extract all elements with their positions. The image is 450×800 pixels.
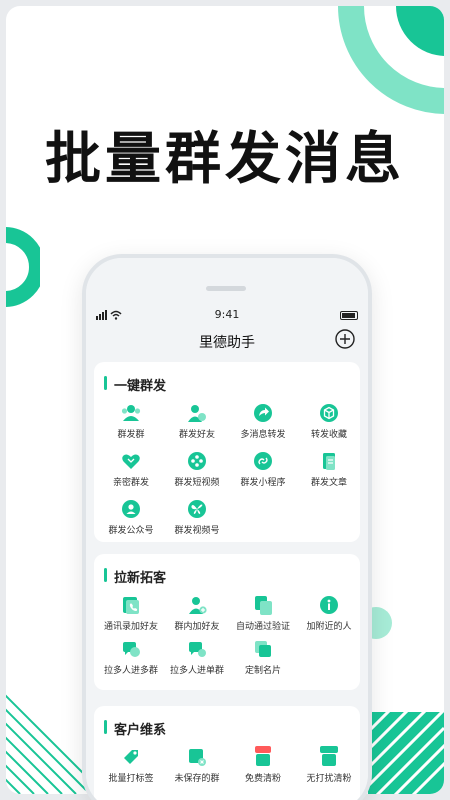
group-icon — [121, 405, 141, 421]
menu-item-group-add-friend[interactable]: 群内加好友 — [164, 594, 230, 632]
box-icon — [320, 404, 338, 422]
butterfly-icon — [188, 500, 206, 518]
menu-item-label: 定制名片 — [244, 666, 281, 676]
contacts-icon — [123, 597, 139, 614]
menu-item-mini-program-broadcast[interactable]: 群发小程序 — [230, 450, 296, 488]
menu-item-batch-tag[interactable]: 批量打标签 — [98, 746, 164, 784]
decor-ring-right — [370, 607, 392, 639]
tag-icon — [124, 750, 138, 764]
forward-icon — [254, 404, 272, 422]
menu-item-free-clean[interactable]: 免费清粉 — [230, 746, 296, 784]
article-icon — [323, 453, 335, 470]
section-title: 客户维系 — [114, 723, 167, 738]
heart-icon — [122, 454, 140, 469]
menu-item-friend-broadcast[interactable]: 群发好友 — [164, 402, 230, 440]
menu-item-contacts-add[interactable]: 通讯录加好友 — [98, 594, 164, 632]
menu-item-label: 群发公众号 — [108, 526, 154, 536]
section-broadcast: 一键群发 群发群 群发好友 多消息转发 转发收藏 亲密群发 群发短视频 群发小程… — [94, 362, 360, 542]
phone-mockup: 9:41 里德助手 一键群发 群发群 群发好友 多消息转发 转发收藏 亲密群发 … — [82, 254, 372, 800]
menu-item-label: 群发视频号 — [174, 526, 220, 536]
section-accent-bar — [104, 376, 107, 390]
menu-item-quiet-clean[interactable]: 无打扰清粉 — [296, 746, 362, 784]
menu-item-group-broadcast[interactable]: 群发群 — [98, 402, 164, 440]
menu-item-channels-broadcast[interactable]: 群发视频号 — [164, 498, 230, 536]
menu-item-label: 群发群 — [117, 430, 145, 440]
official-icon — [122, 500, 140, 518]
section-acquire: 拉新拓客 通讯录加好友 群内加好友 自动通过验证 加附近的人 拉多人进多群 拉多… — [94, 554, 360, 690]
menu-item-label: 拉多人进单群 — [169, 666, 224, 676]
section-title: 拉新拓客 — [114, 571, 167, 586]
chat-multi-icon — [123, 642, 140, 657]
chat-single-icon — [189, 642, 206, 657]
menu-item-label: 转发收藏 — [310, 430, 347, 440]
add-circle-icon[interactable] — [334, 328, 356, 350]
verify-icon — [255, 596, 272, 615]
friend-icon — [188, 405, 206, 422]
nav-title: 里德助手 — [199, 335, 255, 351]
status-bar: 9:41 — [86, 306, 368, 324]
menu-item-auto-verify[interactable]: 自动通过验证 — [230, 594, 296, 632]
menu-item-multi-forward[interactable]: 多消息转发 — [230, 402, 296, 440]
menu-item-label: 群发文章 — [310, 478, 347, 488]
menu-item-add-nearby[interactable]: 加附近的人 — [296, 594, 362, 632]
link-icon — [254, 452, 272, 470]
menu-item-label: 多消息转发 — [240, 430, 286, 440]
battery-icon — [340, 311, 358, 320]
decor-ring-left — [6, 227, 40, 307]
phone-screen: 9:41 里德助手 一键群发 群发群 群发好友 多消息转发 转发收藏 亲密群发 … — [86, 258, 368, 800]
menu-item-label: 亲密群发 — [112, 478, 149, 488]
card-icon — [255, 641, 271, 657]
menu-item-label: 通讯录加好友 — [103, 622, 158, 632]
menu-item-label: 群发短视频 — [174, 478, 220, 488]
menu-item-label: 群内加好友 — [174, 622, 220, 632]
menu-item-pull-multi-groups[interactable]: 拉多人进多群 — [98, 638, 164, 676]
menu-item-forward-favorites[interactable]: 转发收藏 — [296, 402, 362, 440]
section-accent-bar — [104, 720, 107, 734]
menu-item-short-video-broadcast[interactable]: 群发短视频 — [164, 450, 230, 488]
unsaved-icon — [189, 749, 206, 766]
menu-item-label: 未保存的群 — [174, 774, 220, 784]
menu-item-label: 加附近的人 — [306, 622, 352, 632]
decor-ring-top-right — [338, 6, 444, 114]
menu-item-label: 免费清粉 — [244, 774, 281, 784]
menu-item-label: 群发小程序 — [240, 478, 286, 488]
menu-item-official-account-broadcast[interactable]: 群发公众号 — [98, 498, 164, 536]
menu-item-pull-single-group[interactable]: 拉多人进单群 — [164, 638, 230, 676]
menu-item-custom-card[interactable]: 定制名片 — [230, 638, 296, 676]
section-title: 一键群发 — [114, 379, 167, 394]
quiet-clean-icon — [320, 746, 338, 766]
menu-item-label: 群发好友 — [178, 430, 215, 440]
status-time: 9:41 — [214, 308, 240, 321]
menu-item-intimate-broadcast[interactable]: 亲密群发 — [98, 450, 164, 488]
menu-item-label: 无打扰清粉 — [306, 774, 352, 784]
menu-item-label: 自动通过验证 — [235, 622, 290, 632]
menu-item-unsaved-groups[interactable]: 未保存的群 — [164, 746, 230, 784]
section-accent-bar — [104, 568, 107, 582]
phone-speaker — [206, 286, 246, 291]
add-user-icon — [189, 597, 207, 614]
decor-stripes-right — [368, 712, 444, 794]
section-retention: 客户维系 批量打标签 未保存的群 免费清粉 无打扰清粉 — [94, 706, 360, 800]
menu-item-label: 拉多人进多群 — [103, 666, 158, 676]
menu-item-label: 批量打标签 — [108, 774, 154, 784]
menu-item-article-broadcast[interactable]: 群发文章 — [296, 450, 362, 488]
free-clean-icon — [255, 746, 271, 766]
film-icon — [188, 452, 206, 470]
info-icon — [320, 596, 338, 614]
headline: 批量群发消息 — [45, 127, 405, 192]
nav-bar: 里德助手 — [86, 326, 368, 356]
